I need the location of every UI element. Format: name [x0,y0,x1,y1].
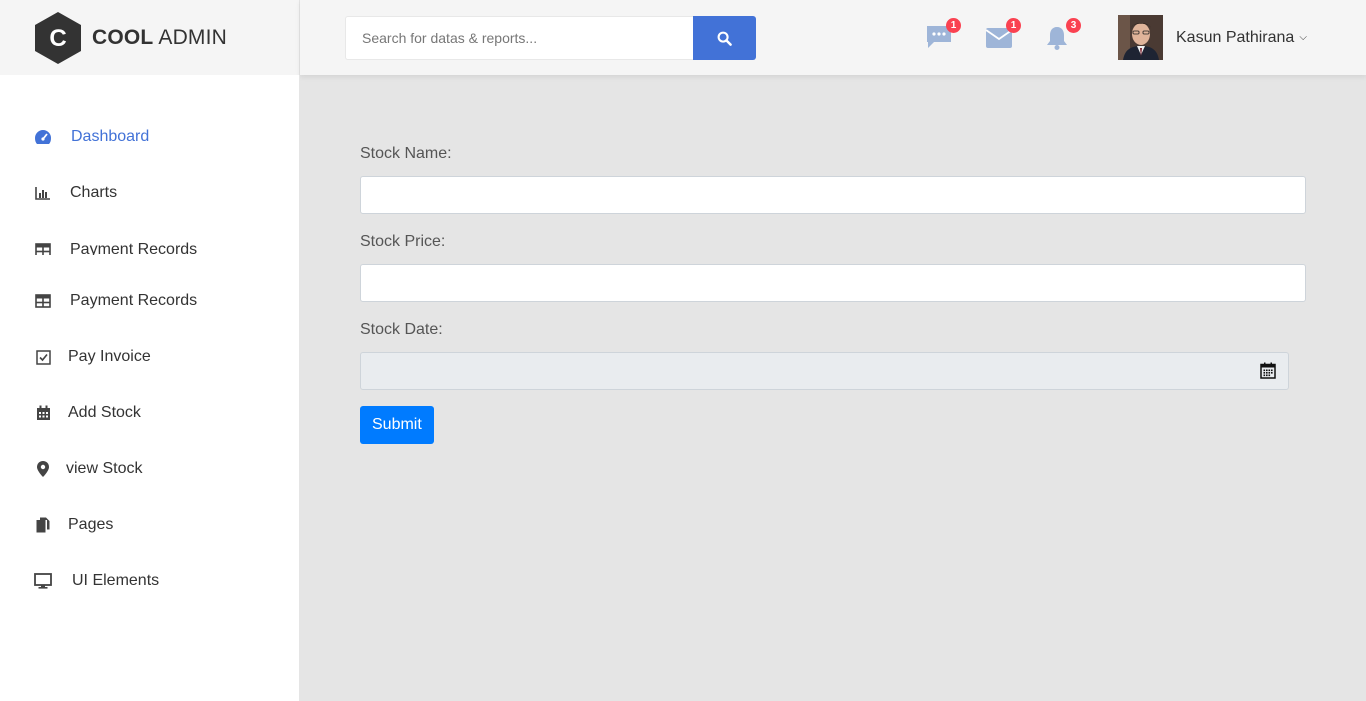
bar-chart-icon [34,184,52,202]
sidebar-item-ui-elements[interactable]: UI Elements [34,569,159,593]
search-form [345,16,756,60]
alerts-notification[interactable]: 3 [1045,18,1081,52]
stock-date-input[interactable] [360,352,1289,390]
search-input[interactable] [345,16,693,60]
sidebar-item-view-stock[interactable]: view Stock [34,457,142,481]
stock-name-input[interactable] [360,176,1306,214]
calendar-icon [34,404,52,422]
logo-text-light: ADMIN [158,25,228,49]
table-icon [34,241,52,255]
chevron-down-icon: ⌵ [1299,32,1307,43]
logo-text-bold: COOL [92,25,154,49]
desktop-icon [34,572,52,590]
email-notification[interactable]: 1 [985,18,1021,52]
sidebar-item-label: Add Stock [68,404,141,421]
sidebar-item-label: Dashboard [71,128,150,145]
sidebar-item-label: Payment Records [70,292,198,309]
sidebar-item-charts[interactable]: Charts [34,181,117,205]
logo-mark-icon: C [35,11,81,64]
sidebar-item-label: Payment Records [70,241,198,255]
sidebar-item-pages[interactable]: Pages [34,513,113,537]
submit-button[interactable]: Submit [360,406,434,444]
table-icon [34,292,52,310]
sidebar-item-dashboard[interactable]: Dashboard [34,125,149,149]
email-badge: 1 [1006,18,1021,33]
sidebar-item-pay-invoice[interactable]: Pay Invoice [34,345,151,369]
sidebar-item-label: UI Elements [72,572,160,589]
search-button[interactable] [693,16,756,60]
sidebar-item-label: Pages [68,516,114,533]
sidebar-item-payment-records[interactable]: Payment Records [34,289,197,313]
calendar-picker-icon[interactable] [1260,362,1278,380]
messages-badge: 1 [946,18,961,33]
sidebar-item-payment-records-partial[interactable]: Payment Records [34,241,197,255]
sidebar-item-label: view Stock [66,460,143,477]
copy-icon [34,516,52,534]
sidebar-item-add-stock[interactable]: Add Stock [34,401,141,425]
map-marker-icon [34,460,52,478]
sidebar-item-label: Pay Invoice [68,348,151,365]
messages-notification[interactable]: 1 [925,18,961,52]
account-menu[interactable]: Kasun Pathirana ⌵ [1118,15,1307,60]
stock-name-label: Stock Name: [360,145,452,162]
tachometer-icon [34,128,52,146]
sidebar: Dashboard Charts Payment Records Payment… [0,75,300,701]
sidebar-item-label: Charts [70,184,118,201]
stock-price-label: Stock Price: [360,233,446,250]
stock-date-label: Stock Date: [360,321,443,338]
header: 1 1 3 Kasun Pa [300,0,1366,75]
logo-text: COOL ADMIN [92,26,227,50]
logo[interactable]: C COOL ADMIN [0,0,300,75]
alerts-badge: 3 [1066,18,1081,33]
logo-mark-letter: C [49,25,66,52]
bell-icon [1047,27,1067,50]
avatar [1118,15,1163,60]
search-icon [717,31,732,46]
stock-price-input[interactable] [360,264,1306,302]
check-square-icon [34,348,52,366]
account-name: Kasun Pathirana [1176,28,1295,46]
